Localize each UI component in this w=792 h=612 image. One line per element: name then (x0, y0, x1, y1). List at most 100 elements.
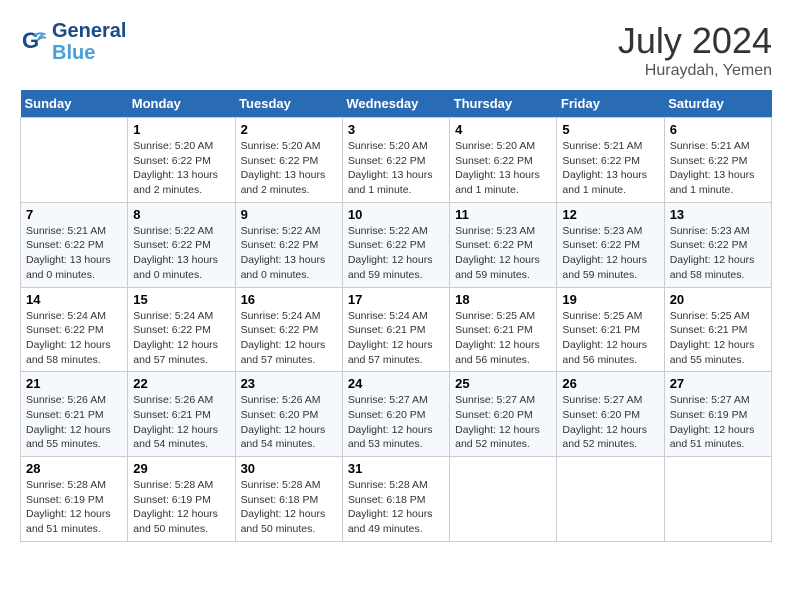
calendar-cell: 11Sunrise: 5:23 AMSunset: 6:22 PMDayligh… (450, 202, 557, 287)
col-header-tuesday: Tuesday (235, 90, 342, 118)
day-info: Sunrise: 5:27 AMSunset: 6:20 PMDaylight:… (455, 393, 551, 452)
day-number: 11 (455, 207, 551, 222)
day-number: 3 (348, 122, 444, 137)
day-info: Sunrise: 5:28 AMSunset: 6:18 PMDaylight:… (348, 478, 444, 537)
day-info: Sunrise: 5:23 AMSunset: 6:22 PMDaylight:… (562, 224, 658, 283)
calendar-cell: 27 Sunrise: 5:27 AMSunset: 6:19 PMDayligh… (664, 372, 771, 457)
calendar-cell: 8 Sunrise: 5:22 AMSunset: 6:22 PMDaylight… (128, 202, 235, 287)
week-row-2: 7Sunrise: 5:21 AMSunset: 6:22 PMDaylight… (21, 202, 772, 287)
calendar-table: SundayMondayTuesdayWednesdayThursdayFrid… (20, 90, 772, 542)
day-info: Sunrise: 5:22 AMSunset: 6:22 PMDaylight:… (348, 224, 444, 283)
day-number: 28 (26, 461, 122, 476)
calendar-cell: 13 Sunrise: 5:23 AMSunset: 6:22 PMDayligh… (664, 202, 771, 287)
day-number: 8 (133, 207, 229, 222)
col-header-sunday: Sunday (21, 90, 128, 118)
day-number: 6 (670, 122, 766, 137)
day-number: 30 (241, 461, 337, 476)
day-number: 2 (241, 122, 337, 137)
day-info: Sunrise: 5:22 AMSunset: 6:22 PMDaylight:… (133, 224, 229, 283)
day-number: 27 (670, 376, 766, 391)
calendar-cell: 16Sunrise: 5:24 AMSunset: 6:22 PMDayligh… (235, 287, 342, 372)
svg-text:G: G (22, 28, 39, 53)
day-number: 29 (133, 461, 229, 476)
calendar-cell: 5 Sunrise: 5:21 AMSunset: 6:22 PMDaylight… (557, 118, 664, 203)
day-number: 13 (670, 207, 766, 222)
day-info: Sunrise: 5:20 AMSunset: 6:22 PMDaylight:… (348, 139, 444, 198)
calendar-cell: 22Sunrise: 5:26 AMSunset: 6:21 PMDayligh… (128, 372, 235, 457)
title-area: July 2024 Huraydah, Yemen (618, 20, 772, 80)
day-info: Sunrise: 5:25 AMSunset: 6:21 PMDaylight:… (670, 309, 766, 368)
calendar-header-row: SundayMondayTuesdayWednesdayThursdayFrid… (21, 90, 772, 118)
calendar-cell (21, 118, 128, 203)
month-title: July 2024 (618, 20, 772, 62)
calendar-cell: 1 Sunrise: 5:20 AMSunset: 6:22 PMDaylight… (128, 118, 235, 203)
day-info: Sunrise: 5:20 AMSunset: 6:22 PMDaylight:… (133, 139, 229, 198)
day-number: 9 (241, 207, 337, 222)
calendar-cell: 10 Sunrise: 5:22 AMSunset: 6:22 PMDayligh… (342, 202, 449, 287)
calendar-cell: 24Sunrise: 5:27 AMSunset: 6:20 PMDayligh… (342, 372, 449, 457)
location-title: Huraydah, Yemen (618, 62, 772, 80)
day-number: 10 (348, 207, 444, 222)
logo-name-line2: Blue (52, 42, 126, 64)
calendar-cell: 4 Sunrise: 5:20 AMSunset: 6:22 PMDaylight… (450, 118, 557, 203)
day-info: Sunrise: 5:27 AMSunset: 6:20 PMDaylight:… (562, 393, 658, 452)
calendar-cell (557, 457, 664, 542)
day-number: 26 (562, 376, 658, 391)
day-number: 15 (133, 292, 229, 307)
day-number: 23 (241, 376, 337, 391)
day-info: Sunrise: 5:28 AMSunset: 6:19 PMDaylight:… (26, 478, 122, 537)
day-info: Sunrise: 5:20 AMSunset: 6:22 PMDaylight:… (455, 139, 551, 198)
col-header-friday: Friday (557, 90, 664, 118)
day-info: Sunrise: 5:25 AMSunset: 6:21 PMDaylight:… (455, 309, 551, 368)
page-header: G General Blue July 2024 Huraydah, Yemen (20, 20, 772, 80)
day-info: Sunrise: 5:23 AMSunset: 6:22 PMDaylight:… (670, 224, 766, 283)
logo: G General Blue (20, 20, 126, 64)
calendar-cell: 25 Sunrise: 5:27 AMSunset: 6:20 PMDayligh… (450, 372, 557, 457)
day-number: 5 (562, 122, 658, 137)
day-info: Sunrise: 5:26 AMSunset: 6:21 PMDaylight:… (133, 393, 229, 452)
calendar-cell (450, 457, 557, 542)
calendar-cell: 29 Sunrise: 5:28 AMSunset: 6:19 PMDayligh… (128, 457, 235, 542)
calendar-cell: 20 Sunrise: 5:25 AMSunset: 6:21 PMDayligh… (664, 287, 771, 372)
logo-icon: G (20, 28, 48, 56)
day-number: 4 (455, 122, 551, 137)
day-info: Sunrise: 5:26 AMSunset: 6:20 PMDaylight:… (241, 393, 337, 452)
calendar-cell: 18Sunrise: 5:25 AMSunset: 6:21 PMDayligh… (450, 287, 557, 372)
calendar-cell: 19 Sunrise: 5:25 AMSunset: 6:21 PMDayligh… (557, 287, 664, 372)
day-info: Sunrise: 5:26 AMSunset: 6:21 PMDaylight:… (26, 393, 122, 452)
calendar-cell (664, 457, 771, 542)
day-info: Sunrise: 5:25 AMSunset: 6:21 PMDaylight:… (562, 309, 658, 368)
day-info: Sunrise: 5:24 AMSunset: 6:22 PMDaylight:… (133, 309, 229, 368)
calendar-cell: 9 Sunrise: 5:22 AMSunset: 6:22 PMDaylight… (235, 202, 342, 287)
day-info: Sunrise: 5:24 AMSunset: 6:22 PMDaylight:… (26, 309, 122, 368)
col-header-monday: Monday (128, 90, 235, 118)
day-number: 1 (133, 122, 229, 137)
calendar-cell: 23 Sunrise: 5:26 AMSunset: 6:20 PMDayligh… (235, 372, 342, 457)
week-row-3: 14Sunrise: 5:24 AMSunset: 6:22 PMDayligh… (21, 287, 772, 372)
day-number: 20 (670, 292, 766, 307)
day-info: Sunrise: 5:20 AMSunset: 6:22 PMDaylight:… (241, 139, 337, 198)
day-number: 17 (348, 292, 444, 307)
calendar-cell: 3 Sunrise: 5:20 AMSunset: 6:22 PMDaylight… (342, 118, 449, 203)
calendar-cell: 6 Sunrise: 5:21 AMSunset: 6:22 PMDaylight… (664, 118, 771, 203)
day-info: Sunrise: 5:24 AMSunset: 6:22 PMDaylight:… (241, 309, 337, 368)
day-info: Sunrise: 5:21 AMSunset: 6:22 PMDaylight:… (670, 139, 766, 198)
col-header-saturday: Saturday (664, 90, 771, 118)
day-number: 25 (455, 376, 551, 391)
day-info: Sunrise: 5:21 AMSunset: 6:22 PMDaylight:… (562, 139, 658, 198)
calendar-cell: 28 Sunrise: 5:28 AMSunset: 6:19 PMDayligh… (21, 457, 128, 542)
week-row-1: 1 Sunrise: 5:20 AMSunset: 6:22 PMDaylight… (21, 118, 772, 203)
calendar-cell: 21 Sunrise: 5:26 AMSunset: 6:21 PMDayligh… (21, 372, 128, 457)
day-info: Sunrise: 5:28 AMSunset: 6:19 PMDaylight:… (133, 478, 229, 537)
week-row-4: 21 Sunrise: 5:26 AMSunset: 6:21 PMDayligh… (21, 372, 772, 457)
day-info: Sunrise: 5:22 AMSunset: 6:22 PMDaylight:… (241, 224, 337, 283)
day-number: 12 (562, 207, 658, 222)
col-header-thursday: Thursday (450, 90, 557, 118)
day-info: Sunrise: 5:27 AMSunset: 6:19 PMDaylight:… (670, 393, 766, 452)
day-info: Sunrise: 5:27 AMSunset: 6:20 PMDaylight:… (348, 393, 444, 452)
calendar-cell: 14Sunrise: 5:24 AMSunset: 6:22 PMDayligh… (21, 287, 128, 372)
day-info: Sunrise: 5:21 AMSunset: 6:22 PMDaylight:… (26, 224, 122, 283)
day-number: 21 (26, 376, 122, 391)
calendar-cell: 17Sunrise: 5:24 AMSunset: 6:21 PMDayligh… (342, 287, 449, 372)
day-number: 19 (562, 292, 658, 307)
